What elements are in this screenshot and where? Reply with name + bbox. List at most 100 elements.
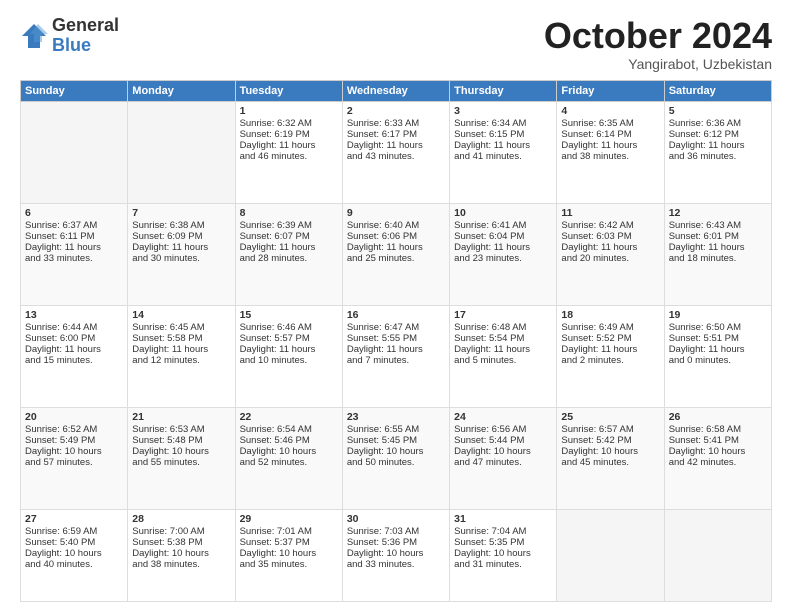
day-number: 2 xyxy=(347,105,445,117)
calendar-week-row: 1Sunrise: 6:32 AMSunset: 6:19 PMDaylight… xyxy=(21,101,772,203)
day-number: 21 xyxy=(132,411,230,423)
day-number: 9 xyxy=(347,207,445,219)
day-number: 10 xyxy=(454,207,552,219)
cell-line: and 38 minutes. xyxy=(561,151,659,162)
cell-line: Daylight: 10 hours xyxy=(454,446,552,457)
cell-line: Sunrise: 6:48 AM xyxy=(454,322,552,333)
cell-line: Sunset: 6:00 PM xyxy=(25,333,123,344)
cell-line: and 30 minutes. xyxy=(132,253,230,264)
cell-line: Sunset: 5:37 PM xyxy=(240,537,338,548)
cell-line: Sunset: 5:44 PM xyxy=(454,435,552,446)
calendar-cell: 1Sunrise: 6:32 AMSunset: 6:19 PMDaylight… xyxy=(235,101,342,203)
cell-line: and 31 minutes. xyxy=(454,559,552,570)
cell-line: and 15 minutes. xyxy=(25,355,123,366)
cell-line: and 2 minutes. xyxy=(561,355,659,366)
day-number: 19 xyxy=(669,309,767,321)
cell-line: Daylight: 11 hours xyxy=(347,140,445,151)
calendar-cell: 11Sunrise: 6:42 AMSunset: 6:03 PMDayligh… xyxy=(557,203,664,305)
calendar-header-row: SundayMondayTuesdayWednesdayThursdayFrid… xyxy=(21,80,772,101)
cell-line: Daylight: 11 hours xyxy=(132,242,230,253)
cell-line: Sunrise: 6:55 AM xyxy=(347,424,445,435)
cell-line: Sunrise: 6:35 AM xyxy=(561,118,659,129)
logo: General Blue xyxy=(20,16,119,56)
cell-line: Sunset: 5:41 PM xyxy=(669,435,767,446)
day-number: 20 xyxy=(25,411,123,423)
cell-line: Sunrise: 6:52 AM xyxy=(25,424,123,435)
calendar-cell: 20Sunrise: 6:52 AMSunset: 5:49 PMDayligh… xyxy=(21,408,128,510)
cell-line: Sunrise: 6:58 AM xyxy=(669,424,767,435)
calendar-cell: 28Sunrise: 7:00 AMSunset: 5:38 PMDayligh… xyxy=(128,510,235,602)
cell-line: Sunrise: 6:46 AM xyxy=(240,322,338,333)
cell-line: Daylight: 10 hours xyxy=(25,446,123,457)
cell-line: Daylight: 11 hours xyxy=(347,344,445,355)
cell-line: Sunset: 6:07 PM xyxy=(240,231,338,242)
calendar-week-row: 27Sunrise: 6:59 AMSunset: 5:40 PM Dayligh… xyxy=(21,510,772,602)
day-number: 14 xyxy=(132,309,230,321)
calendar-day-header: Friday xyxy=(557,80,664,101)
cell-line: and 10 minutes. xyxy=(240,355,338,366)
day-number: 22 xyxy=(240,411,338,423)
cell-line: Sunrise: 6:50 AM xyxy=(669,322,767,333)
month-title: October 2024 xyxy=(544,16,772,56)
cell-line: and 50 minutes. xyxy=(347,457,445,468)
cell-line: Daylight: 11 hours xyxy=(454,140,552,151)
cell-line: Sunset: 5:38 PM xyxy=(132,537,230,548)
cell-line: Daylight: 11 hours xyxy=(561,140,659,151)
day-number: 26 xyxy=(669,411,767,423)
cell-line: Sunset: 6:03 PM xyxy=(561,231,659,242)
day-number: 27 xyxy=(25,513,123,525)
cell-line: Daylight: 10 hours xyxy=(240,548,338,559)
logo-blue: Blue xyxy=(52,36,119,56)
cell-line: Daylight: 11 hours xyxy=(454,344,552,355)
cell-line: and 47 minutes. xyxy=(454,457,552,468)
header: General Blue October 2024 Yangirabot, Uz… xyxy=(20,16,772,72)
cell-line: and 55 minutes. xyxy=(132,457,230,468)
cell-line: Sunset: 6:19 PM xyxy=(240,129,338,140)
day-number: 31 xyxy=(454,513,552,525)
calendar-cell: 14Sunrise: 6:45 AMSunset: 5:58 PMDayligh… xyxy=(128,306,235,408)
day-number: 16 xyxy=(347,309,445,321)
calendar-cell: 2Sunrise: 6:33 AMSunset: 6:17 PMDaylight… xyxy=(342,101,449,203)
cell-line: Daylight: 10 hours xyxy=(669,446,767,457)
day-number: 3 xyxy=(454,105,552,117)
day-number: 15 xyxy=(240,309,338,321)
cell-line: and 28 minutes. xyxy=(240,253,338,264)
calendar-cell: 19Sunrise: 6:50 AMSunset: 5:51 PMDayligh… xyxy=(664,306,771,408)
cell-line: and 38 minutes. xyxy=(132,559,230,570)
cell-line: Sunrise: 6:33 AM xyxy=(347,118,445,129)
cell-line: Sunrise: 7:04 AM xyxy=(454,526,552,537)
calendar-cell: 27Sunrise: 6:59 AMSunset: 5:40 PMDayligh… xyxy=(21,510,128,602)
day-number: 23 xyxy=(347,411,445,423)
cell-line: and 35 minutes. xyxy=(240,559,338,570)
calendar-cell: 26Sunrise: 6:58 AMSunset: 5:41 PMDayligh… xyxy=(664,408,771,510)
cell-line: Sunset: 5:42 PM xyxy=(561,435,659,446)
day-number: 4 xyxy=(561,105,659,117)
day-number: 7 xyxy=(132,207,230,219)
day-number: 6 xyxy=(25,207,123,219)
cell-line: Daylight: 10 hours xyxy=(561,446,659,457)
cell-line: and 5 minutes. xyxy=(454,355,552,366)
day-number: 30 xyxy=(347,513,445,525)
cell-line: Sunrise: 6:47 AM xyxy=(347,322,445,333)
calendar-week-row: 20Sunrise: 6:52 AMSunset: 5:49 PMDayligh… xyxy=(21,408,772,510)
cell-line: Sunset: 5:40 PM xyxy=(25,537,123,548)
cell-line: and 57 minutes. xyxy=(25,457,123,468)
calendar-cell xyxy=(128,101,235,203)
cell-line: Sunset: 5:48 PM xyxy=(132,435,230,446)
cell-line: and 33 minutes. xyxy=(25,253,123,264)
cell-line: Sunset: 5:49 PM xyxy=(25,435,123,446)
day-number: 28 xyxy=(132,513,230,525)
cell-line: Sunrise: 6:59 AM xyxy=(25,526,123,537)
cell-line: Sunset: 6:04 PM xyxy=(454,231,552,242)
cell-line: Sunrise: 6:49 AM xyxy=(561,322,659,333)
cell-line: and 18 minutes. xyxy=(669,253,767,264)
title-block: October 2024 Yangirabot, Uzbekistan xyxy=(544,16,772,72)
cell-line: and 0 minutes. xyxy=(669,355,767,366)
cell-line: and 7 minutes. xyxy=(347,355,445,366)
cell-line: Sunset: 5:57 PM xyxy=(240,333,338,344)
cell-line: Sunrise: 7:00 AM xyxy=(132,526,230,537)
cell-line: Sunset: 5:51 PM xyxy=(669,333,767,344)
cell-line: Sunrise: 7:01 AM xyxy=(240,526,338,537)
calendar-day-header: Saturday xyxy=(664,80,771,101)
cell-line: Sunrise: 6:36 AM xyxy=(669,118,767,129)
